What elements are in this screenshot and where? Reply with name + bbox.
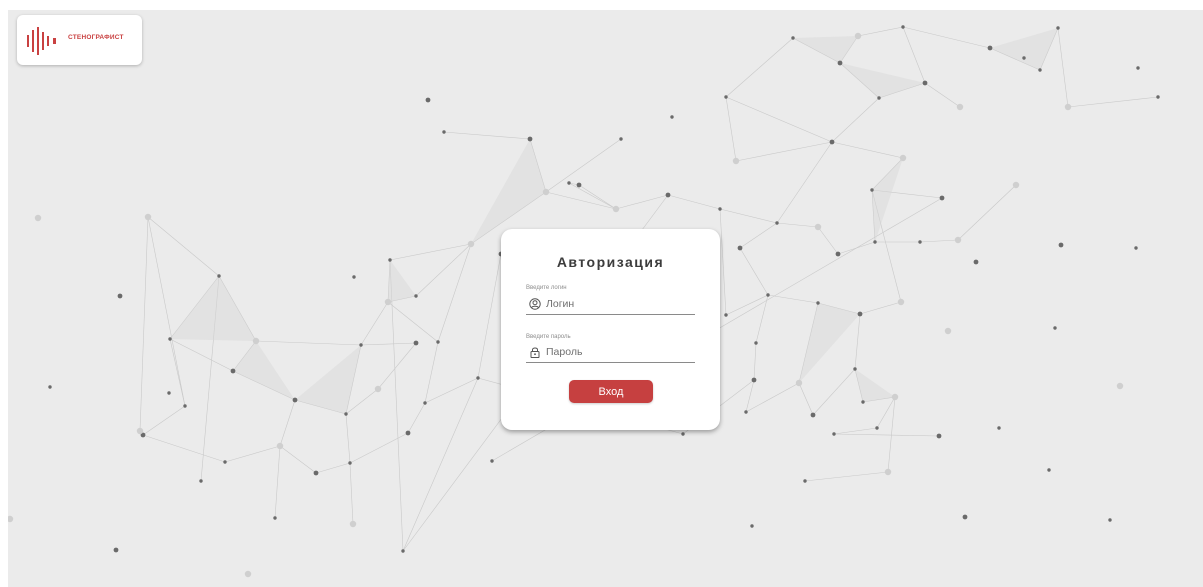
login-input[interactable]	[546, 296, 691, 312]
password-field[interactable]	[526, 344, 695, 363]
auth-title: Авторизация	[556, 254, 665, 270]
login-label: Введите логин	[526, 285, 567, 291]
auth-card: Авторизация Введите логин Введите пароль…	[501, 229, 720, 430]
login-field[interactable]	[526, 296, 695, 315]
password-label: Введите пароль	[526, 334, 571, 340]
user-circle-icon	[529, 298, 541, 310]
login-button[interactable]: Вход	[569, 380, 653, 403]
logo-text: СТЕНОГРАФИСТ	[68, 34, 124, 41]
page-background: СТЕНОГРАФИСТ Авторизация Введите логин В…	[8, 10, 1203, 587]
password-input[interactable]	[546, 344, 691, 360]
sound-wave-logo-icon	[27, 27, 56, 55]
app-logo[interactable]: СТЕНОГРАФИСТ	[17, 15, 142, 65]
lock-icon	[530, 347, 540, 358]
